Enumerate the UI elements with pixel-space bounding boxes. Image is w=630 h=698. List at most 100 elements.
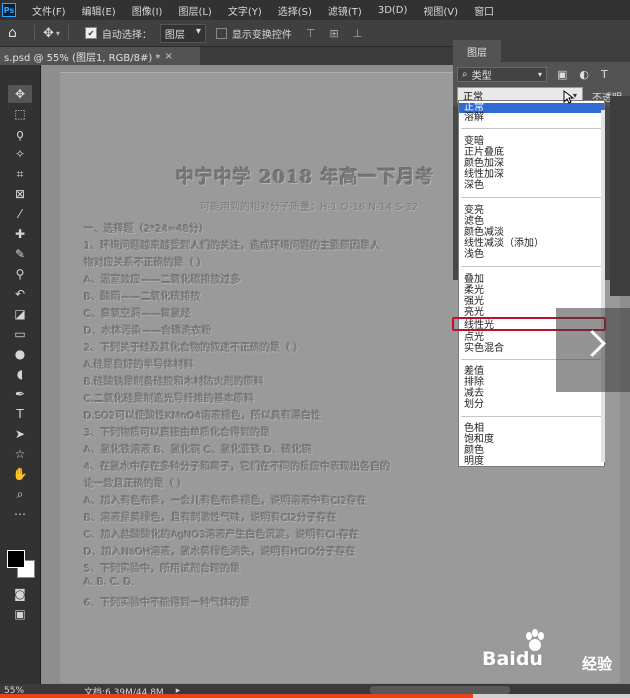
blend-option-luminosity[interactable]: 明度 bbox=[459, 457, 604, 467]
menu-image[interactable]: 图像(I) bbox=[132, 3, 163, 18]
blend-option-hard-light[interactable]: 强光 bbox=[459, 297, 604, 307]
crop-tool-icon[interactable]: ⌗ bbox=[8, 165, 32, 183]
healing-brush-icon[interactable]: ✚ bbox=[8, 225, 32, 243]
blend-option-multiply[interactable]: 正片叠底 bbox=[459, 148, 604, 158]
dodge-tool-icon[interactable]: ◖ bbox=[8, 365, 32, 383]
blend-option-darken[interactable]: 变暗 bbox=[459, 137, 604, 147]
exam-line: C、臭氧空洞——氟氯烃 bbox=[84, 309, 191, 320]
blend-mode-menu: 正常 溶解 变暗 正片叠底 颜色加深 线性加深 深色 变亮 滤色 颜色减淡 线性… bbox=[458, 100, 605, 467]
blur-tool-icon[interactable]: ● bbox=[8, 345, 32, 363]
blend-option-color-burn[interactable]: 颜色加深 bbox=[459, 159, 604, 169]
menu-file[interactable]: 文件(F) bbox=[32, 3, 66, 18]
menu-type[interactable]: 文字(Y) bbox=[228, 3, 262, 18]
shape-tool-icon[interactable]: ☆ bbox=[8, 445, 32, 463]
pixel-filter-icon[interactable]: ▣ bbox=[557, 68, 567, 81]
show-transform-label: 显示变换控件 bbox=[231, 29, 292, 41]
layer-kind-filter[interactable]: ⌕ 类型 ▾ bbox=[457, 66, 547, 82]
color-swatches[interactable] bbox=[7, 550, 37, 578]
blend-option-linear-burn[interactable]: 线性加深 bbox=[459, 170, 604, 180]
video-progress-bar[interactable] bbox=[0, 694, 630, 698]
menu-3d[interactable]: 3D(D) bbox=[378, 5, 408, 16]
hand-tool-icon[interactable]: ✋ bbox=[8, 465, 32, 483]
layer-kind-label: 类型 bbox=[471, 70, 492, 82]
blend-option-darker-color[interactable]: 深色 bbox=[459, 181, 604, 191]
blend-option-soft-light[interactable]: 柔光 bbox=[459, 286, 604, 296]
auto-select-checkbox[interactable]: ✔ bbox=[84, 27, 97, 39]
type-tool-icon[interactable]: T bbox=[8, 405, 32, 423]
align-top-icon[interactable]: ⊤ bbox=[306, 27, 316, 40]
menu-divider bbox=[461, 197, 602, 198]
chevron-down-icon[interactable]: ▾ bbox=[56, 29, 60, 38]
align-icons: ⊤ ⊞ ⊥ bbox=[306, 27, 362, 40]
search-icon: ⌕ bbox=[462, 68, 468, 80]
chevron-right-icon bbox=[579, 330, 606, 357]
menu-divider bbox=[461, 416, 602, 417]
menu-filter[interactable]: 滤镜(T) bbox=[328, 3, 362, 18]
blend-option-color-dodge[interactable]: 颜色减淡 bbox=[459, 228, 604, 238]
quick-mask-icon[interactable]: ◙ bbox=[8, 585, 32, 603]
menu-view[interactable]: 视图(V) bbox=[423, 3, 458, 18]
tab-layers[interactable]: 图层 bbox=[453, 40, 501, 62]
next-slide-button[interactable] bbox=[556, 308, 630, 392]
eyedropper-icon[interactable]: ⁄ bbox=[8, 205, 32, 223]
home-icon[interactable]: ⌂ bbox=[8, 25, 26, 41]
auto-select-dropdown[interactable]: 图层 ▾ bbox=[159, 23, 206, 43]
exam-line: D、加入NaOH溶液，氯水黄绿色消失，说明有HClO分子存在 bbox=[84, 547, 356, 558]
baidu-brand-text: Baidu bbox=[482, 648, 543, 670]
foreground-color-swatch[interactable] bbox=[7, 550, 25, 568]
menu-scrollbar[interactable] bbox=[601, 110, 605, 462]
document-tab[interactable]: s.psd @ 55% (图层1, RGB/8#) * × bbox=[0, 47, 200, 65]
show-transform-checkbox[interactable] bbox=[215, 27, 227, 39]
blend-option-screen[interactable]: 滤色 bbox=[459, 217, 604, 227]
layer-filter-row: ⌕ 类型 ▾ ▣ ◐ T bbox=[457, 66, 608, 82]
align-middle-icon[interactable]: ⊞ bbox=[330, 27, 339, 40]
menu-edit[interactable]: 编辑(E) bbox=[82, 3, 116, 18]
document-title: s.psd @ 55% (图层1, RGB/8#) * bbox=[4, 52, 161, 64]
more-tools-icon[interactable]: ⋯ bbox=[8, 505, 32, 523]
video-progress-fill bbox=[0, 694, 473, 698]
horizontal-scrollbar[interactable] bbox=[370, 686, 510, 694]
pen-tool-icon[interactable]: ✒ bbox=[8, 385, 32, 403]
exam-line: A、氯化铁溶液 B、氯化铜 C、氯化亚铁 D、硫化铜 bbox=[84, 445, 312, 456]
exam-line: A.硅是良好的半导体材料 bbox=[84, 360, 194, 371]
blend-option-lighten[interactable]: 变亮 bbox=[459, 206, 604, 216]
frame-tool-icon[interactable]: ⊠ bbox=[8, 185, 32, 203]
divider bbox=[34, 25, 35, 41]
exam-line: 2、下列关于硅及其化合物的叙述不正确的是（ ） bbox=[84, 343, 304, 354]
exam-line: A、加入有色布条，一会儿有色布条褪色，说明溶液中有Cl2存在 bbox=[84, 496, 367, 507]
type-filter-icon[interactable]: T bbox=[601, 68, 608, 81]
blend-option-divide[interactable]: 划分 bbox=[459, 400, 604, 410]
move-tool-icon[interactable]: ✥ bbox=[43, 26, 54, 41]
blend-option-saturation[interactable]: 饱和度 bbox=[459, 435, 604, 445]
gradient-tool-icon[interactable]: ▭ bbox=[8, 325, 32, 343]
clone-stamp-icon[interactable]: ⚲ bbox=[8, 265, 32, 283]
eraser-icon[interactable]: ◪ bbox=[8, 305, 32, 323]
exam-line: 3、下列物质可以直接由单质化合得到的是 bbox=[84, 428, 271, 439]
blend-option-linear-dodge[interactable]: 线性减淡（添加） bbox=[459, 239, 604, 249]
blend-option-dissolve[interactable]: 溶解 bbox=[459, 113, 604, 123]
menu-window[interactable]: 窗口 bbox=[474, 3, 494, 18]
blend-option-color[interactable]: 颜色 bbox=[459, 446, 604, 456]
marquee-tool-icon[interactable]: ⬚ bbox=[8, 105, 32, 123]
screen-mode-icon[interactable]: ▣ bbox=[8, 605, 32, 623]
history-brush-icon[interactable]: ↶ bbox=[8, 285, 32, 303]
tools-panel: ✥ ⬚ ϙ ✧ ⌗ ⊠ ⁄ ✚ ✎ ⚲ ↶ ◪ ▭ ● ◖ ✒ T ➤ ☆ ✋ … bbox=[0, 65, 41, 685]
adjustment-filter-icon[interactable]: ◐ bbox=[579, 68, 589, 81]
brush-tool-icon[interactable]: ✎ bbox=[8, 245, 32, 263]
magic-wand-icon[interactable]: ✧ bbox=[8, 145, 32, 163]
close-icon[interactable]: × bbox=[164, 51, 172, 62]
blend-option-hue[interactable]: 色相 bbox=[459, 424, 604, 434]
menu-select[interactable]: 选择(S) bbox=[278, 3, 312, 18]
panel-edge bbox=[610, 96, 630, 296]
zoom-tool-icon[interactable]: ⌕ bbox=[8, 485, 32, 503]
layer-filter-icons: ▣ ◐ T bbox=[557, 68, 608, 81]
move-tool-icon[interactable]: ✥ bbox=[8, 85, 32, 103]
lasso-tool-icon[interactable]: ϙ bbox=[8, 125, 32, 143]
blend-option-overlay[interactable]: 叠加 bbox=[459, 275, 604, 285]
path-selection-icon[interactable]: ➤ bbox=[8, 425, 32, 443]
align-bottom-icon[interactable]: ⊥ bbox=[353, 27, 363, 40]
menu-layer[interactable]: 图层(L) bbox=[178, 3, 211, 18]
blend-option-lighter-color[interactable]: 浅色 bbox=[459, 250, 604, 260]
menu-divider bbox=[461, 266, 602, 267]
panel-header: 图层 bbox=[453, 40, 630, 62]
